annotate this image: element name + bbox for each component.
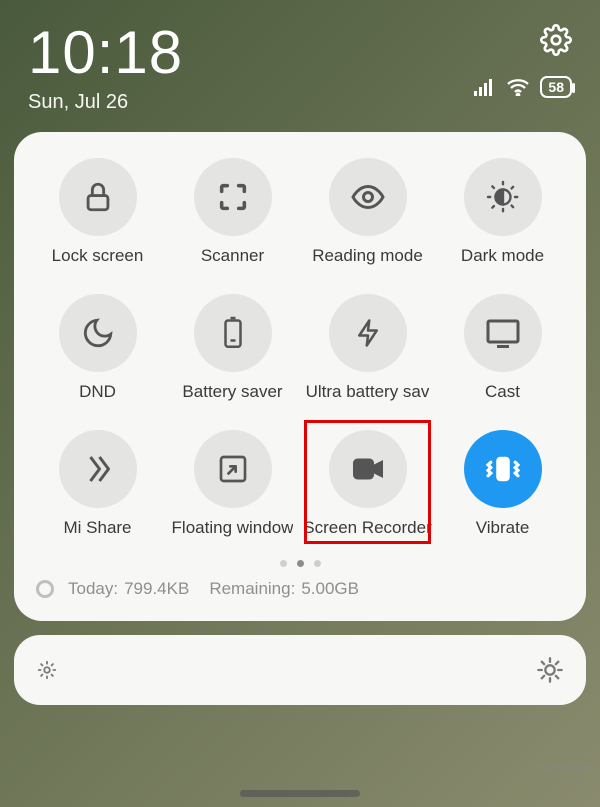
quick-settings-panel: Lock screen Scanner Reading mode Dark mode D…	[14, 132, 586, 621]
tile-label: Lock screen	[52, 246, 144, 266]
tile-label: Dark mode	[461, 246, 544, 266]
data-usage-icon	[36, 580, 54, 598]
tile-label: Screen Recorder	[303, 518, 432, 538]
remaining-value: 5.00GB	[301, 579, 359, 599]
mishare-icon	[80, 451, 116, 487]
tile-label: Battery saver	[182, 382, 282, 402]
clock-time: 10:18	[28, 18, 183, 87]
tile-lock-screen: Lock screen	[30, 158, 165, 266]
toggle-scanner[interactable]	[194, 158, 272, 236]
tile-dnd: DND	[30, 294, 165, 402]
vibrate-icon	[484, 452, 522, 486]
tile-label: Vibrate	[476, 518, 530, 538]
tile-cast: Cast	[435, 294, 570, 402]
toggle-floating-window[interactable]	[194, 430, 272, 508]
tile-label: Mi Share	[63, 518, 131, 538]
toggle-lock-screen[interactable]	[59, 158, 137, 236]
floatwin-icon	[217, 453, 249, 485]
tile-label: Scanner	[201, 246, 264, 266]
tile-battery-saver: Battery saver	[165, 294, 300, 402]
brightness-high-icon	[536, 656, 564, 684]
tile-label: Ultra battery sav	[306, 382, 430, 402]
tile-vibrate: Vibrate	[435, 430, 570, 538]
tile-screen-recorder: Screen Recorder	[300, 430, 435, 538]
tile-label: Floating window	[172, 518, 294, 538]
tile-mi-share: Mi Share	[30, 430, 165, 538]
bolt-icon	[353, 315, 383, 351]
eye-icon	[350, 179, 386, 215]
cast-icon	[485, 318, 521, 348]
scan-icon	[216, 180, 250, 214]
signal-icon	[474, 78, 496, 96]
data-usage-bar[interactable]: Today: 799.4KB Remaining: 5.00GB	[30, 579, 570, 603]
toggle-battery-saver[interactable]	[194, 294, 272, 372]
today-value: 799.4KB	[124, 579, 189, 599]
wifi-icon	[506, 78, 530, 96]
today-label: Today:	[68, 579, 118, 599]
remaining-label: Remaining:	[209, 579, 295, 599]
tile-label: Cast	[485, 382, 520, 402]
brightness-slider[interactable]	[14, 635, 586, 705]
tile-dark-mode: Dark mode	[435, 158, 570, 266]
moon-icon	[81, 316, 115, 350]
toggle-screen-recorder[interactable]	[329, 430, 407, 508]
toggle-vibrate[interactable]	[464, 430, 542, 508]
toggle-ultra-battery[interactable]	[329, 294, 407, 372]
brightness-low-icon	[36, 659, 58, 681]
pager-dot	[297, 560, 304, 567]
tile-label: DND	[79, 382, 116, 402]
toggle-cast[interactable]	[464, 294, 542, 372]
pager-dot	[280, 560, 287, 567]
camera-icon	[350, 455, 386, 483]
battery-indicator: 58	[540, 76, 572, 98]
watermark: wsxdn.com	[534, 761, 594, 775]
batt-icon	[218, 315, 248, 351]
toggle-dark-mode[interactable]	[464, 158, 542, 236]
toggle-mi-share[interactable]	[59, 430, 137, 508]
clock-date: Sun, Jul 26	[28, 91, 183, 114]
toggle-dnd[interactable]	[59, 294, 137, 372]
tile-reading-mode: Reading mode	[300, 158, 435, 266]
tile-floating-window: Floating window	[165, 430, 300, 538]
nav-bar-handle[interactable]	[240, 790, 360, 797]
toggle-reading-mode[interactable]	[329, 158, 407, 236]
darkmode-icon	[485, 179, 521, 215]
settings-icon[interactable]	[540, 24, 572, 56]
tile-scanner: Scanner	[165, 158, 300, 266]
pager-dot	[314, 560, 321, 567]
tile-ultra-battery: Ultra battery sav	[300, 294, 435, 402]
lock-icon	[81, 180, 115, 214]
page-indicator	[30, 560, 570, 567]
tile-label: Reading mode	[312, 246, 423, 266]
